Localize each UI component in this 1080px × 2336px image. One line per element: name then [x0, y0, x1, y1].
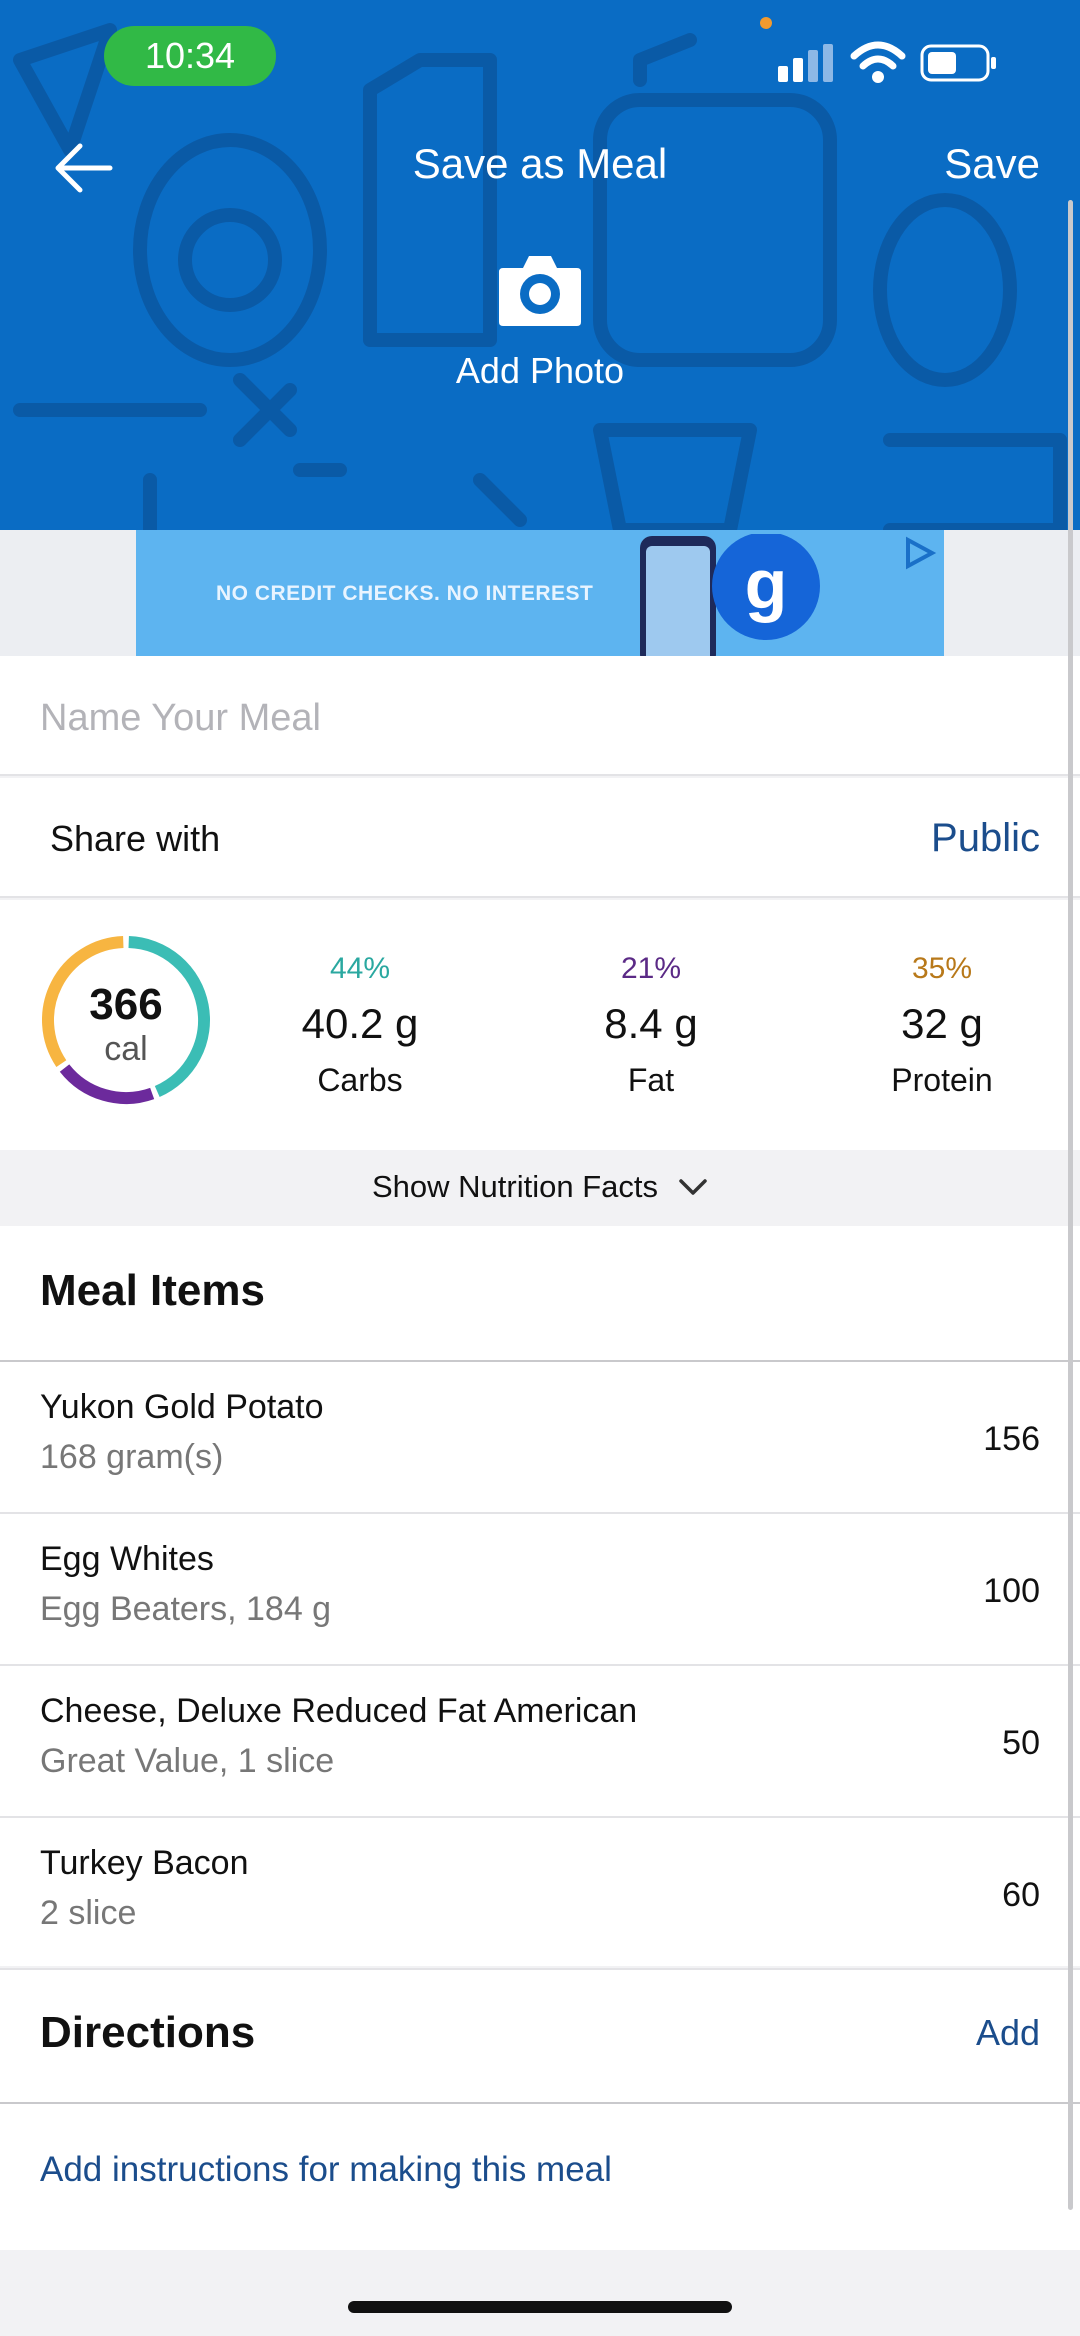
ad-text: NO CREDIT CHECKS. NO INTEREST: [216, 582, 594, 605]
svg-text:g: g: [745, 545, 788, 623]
meal-item-row[interactable]: [0, 1362, 1080, 1512]
ad-phone-graphic: g: [640, 534, 820, 656]
share-label: Share with: [50, 818, 221, 859]
meal-item-row[interactable]: [0, 1514, 1080, 1664]
home-indicator[interactable]: [348, 2301, 732, 2313]
directions-title: Directions: [40, 2008, 256, 2057]
fat-label: Fat: [627, 1062, 675, 1098]
page-title: Save as Meal: [412, 140, 668, 187]
directions-add-button[interactable]: Add: [976, 2012, 1040, 2054]
meal-item-name: Yukon Gold Potato: [40, 1388, 324, 1426]
macro-protein: 35% 32 g Protein: [842, 952, 1042, 1099]
calories-total: 366: [89, 980, 163, 1029]
show-nutrition-facts-button[interactable]: Show Nutrition Facts: [0, 1150, 1080, 1224]
add-instructions-link[interactable]: Add instructions for making this meal: [40, 2150, 612, 2190]
meal-name-input[interactable]: [40, 690, 1020, 746]
meal-item-detail: 2 slice: [40, 1894, 137, 1932]
fat-percent: 21%: [620, 952, 682, 985]
meal-items-title: Meal Items: [40, 1266, 265, 1315]
wifi-icon: [850, 41, 906, 83]
ring-fat-segment: [59, 1064, 155, 1104]
share-visibility-value[interactable]: Public: [931, 816, 1040, 861]
cellular-signal-icon: [778, 44, 833, 82]
ad-choices-icon[interactable]: [902, 536, 938, 570]
meal-item-calories: 156: [983, 1420, 1040, 1458]
status-time: 10:34: [144, 35, 236, 76]
meal-item-calories: 100: [983, 1572, 1040, 1610]
save-button[interactable]: Save: [944, 140, 1040, 188]
meal-item-name: Cheese, Deluxe Reduced Fat American: [40, 1692, 638, 1730]
meal-item-detail: Great Value, 1 slice: [40, 1742, 335, 1780]
meal-item-row[interactable]: [0, 1818, 1080, 1968]
protein-label: Protein: [891, 1062, 993, 1098]
meal-item-detail: Egg Beaters, 184 g: [40, 1590, 332, 1628]
scrollbar[interactable]: [1068, 200, 1073, 2210]
battery-icon: [920, 44, 996, 82]
carbs-value: 40.2 g: [301, 1000, 419, 1047]
status-time-pill: 10:34: [104, 26, 276, 86]
meal-item-name: Egg Whites: [40, 1540, 214, 1578]
back-arrow-icon[interactable]: [50, 140, 120, 196]
protein-percent: 35%: [911, 952, 973, 985]
privacy-indicator-dot: [760, 17, 772, 29]
chevron-down-icon: [679, 1179, 707, 1195]
meal-item-calories: 60: [1002, 1876, 1040, 1914]
ad-banner[interactable]: NO CREDIT CHECKS. NO INTEREST g: [136, 530, 944, 656]
add-photo-label[interactable]: Add Photo: [390, 350, 690, 392]
macro-carbs: 44% 40.2 g Carbs: [260, 952, 460, 1099]
fat-value: 8.4 g: [604, 1000, 698, 1047]
meal-item-name: Turkey Bacon: [40, 1844, 249, 1882]
camera-icon[interactable]: [497, 250, 583, 330]
meal-item-calories: 50: [1002, 1724, 1040, 1762]
macro-fat: 21% 8.4 g Fat: [551, 952, 751, 1099]
calories-unit: cal: [104, 1030, 148, 1068]
meal-item-detail: 168 gram(s): [40, 1438, 224, 1476]
show-nutrition-facts-label: Show Nutrition Facts: [372, 1169, 658, 1204]
protein-value: 32 g: [901, 1000, 983, 1047]
carbs-label: Carbs: [317, 1062, 403, 1098]
carbs-percent: 44%: [329, 952, 391, 985]
meal-item-row[interactable]: [0, 1666, 1080, 1816]
